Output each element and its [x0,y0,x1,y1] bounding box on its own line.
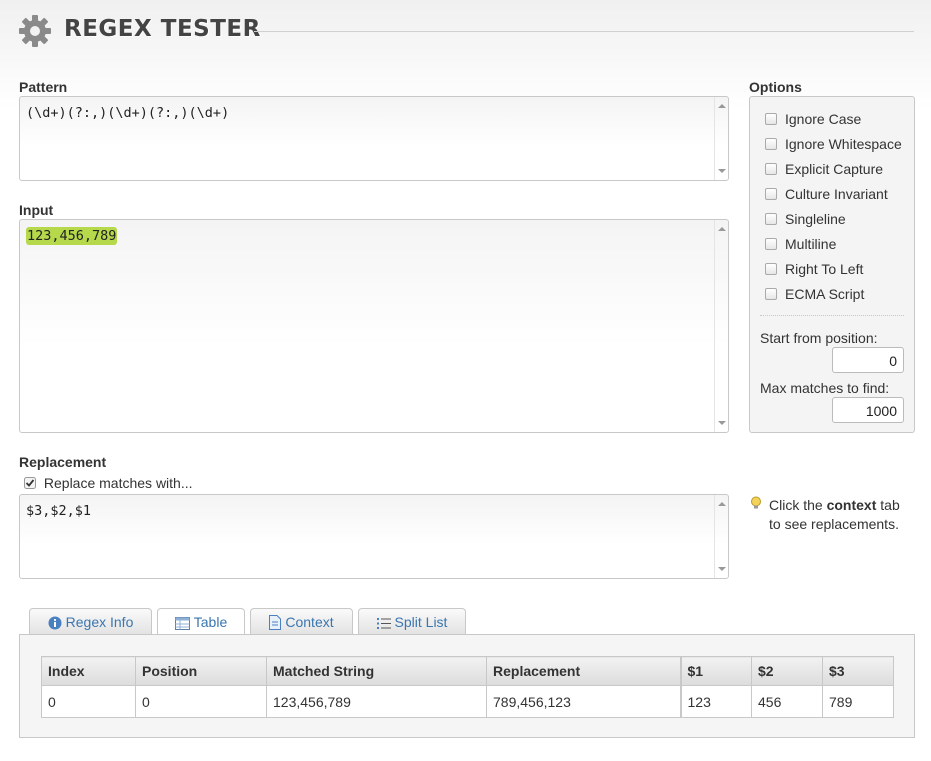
column-header-group-2[interactable]: $2 [751,656,823,686]
tab-label: Table [193,614,228,630]
tab-regex-info[interactable]: Regex Info [29,608,152,635]
hint-context-word: context [826,497,877,513]
replace-checkbox[interactable] [24,477,36,489]
hint-text: tab [876,497,900,513]
option-label: Right To Left [785,261,864,277]
replacement-value: $3,$2,$1 [26,503,92,519]
option-label: Culture Invariant [785,186,888,202]
cell-position: 0 [135,685,267,718]
replace-checkbox-label: Replace matches with... [43,475,193,491]
max-matches-label: Max matches to find: [760,380,890,396]
scroll-down-icon[interactable] [718,169,726,173]
input-textarea[interactable]: 123,456,789 [19,219,729,433]
table-header-row: Index Position Matched String Replacemen… [41,656,894,686]
option-checkbox[interactable] [765,113,777,125]
column-header-replacement[interactable]: Replacement [486,656,681,686]
pattern-scrollbar[interactable] [714,97,728,180]
option-right-to-left[interactable]: Right To Left [765,261,863,277]
option-checkbox[interactable] [765,138,777,150]
option-singleline[interactable]: Singleline [765,211,846,227]
option-multiline[interactable]: Multiline [765,236,836,252]
hint-text: Click the [769,497,827,513]
options-divider [760,315,904,316]
lightbulb-icon [751,496,761,509]
start-position-label: Start from position: [760,330,878,346]
input-label: Input [19,202,54,218]
results-panel: Index Position Matched String Replacemen… [19,634,915,738]
option-checkbox[interactable] [765,213,777,225]
option-label: Ignore Case [785,111,862,127]
document-icon [269,615,282,630]
option-ignore-whitespace[interactable]: Ignore Whitespace [765,136,902,152]
tab-label: Regex Info [65,614,134,630]
info-icon [48,616,62,630]
results-table: Index Position Matched String Replacemen… [41,656,894,718]
scroll-up-icon[interactable] [718,502,726,506]
start-position-input[interactable]: 0 [832,347,904,373]
table-icon [174,617,190,630]
input-scrollbar[interactable] [714,220,728,432]
option-ignore-case[interactable]: Ignore Case [765,111,861,127]
scroll-down-icon[interactable] [718,567,726,571]
gear-icon [19,15,51,47]
cell-replacement: 789,456,123 [486,685,681,718]
replace-checkbox-row[interactable]: Replace matches with... [24,475,193,491]
option-label: Ignore Whitespace [785,136,902,152]
pattern-label: Pattern [19,79,68,95]
title-divider [254,31,914,32]
list-icon [376,618,391,629]
option-ecma-script[interactable]: ECMA Script [765,286,864,302]
cell-group-2: 456 [751,685,823,718]
replacement-label: Replacement [19,454,107,470]
replacement-input[interactable]: $3,$2,$1 [19,494,729,579]
option-label: Multiline [785,236,837,252]
option-culture-invariant[interactable]: Culture Invariant [765,186,888,202]
context-hint: Click the context tab to see replacement… [769,496,900,534]
option-checkbox[interactable] [765,188,777,200]
column-header-index[interactable]: Index [41,656,136,686]
replacement-scrollbar[interactable] [714,495,728,578]
cell-matched-string: 123,456,789 [266,685,487,718]
max-matches-input[interactable]: 1000 [832,397,904,423]
option-checkbox[interactable] [765,288,777,300]
scroll-up-icon[interactable] [718,104,726,108]
cell-index: 0 [41,685,136,718]
option-label: ECMA Script [785,286,865,302]
column-header-group-1[interactable]: $1 [679,656,752,686]
tab-label: Context [285,614,334,630]
scroll-up-icon[interactable] [718,227,726,231]
pattern-value: (\d+)(?:,)(\d+)(?:,)(\d+) [26,105,230,121]
tab-label: Split List [394,614,448,630]
match-highlight: 123,456,789 [26,227,118,245]
options-panel: Ignore Case Ignore Whitespace Explicit C… [749,96,915,433]
scroll-down-icon[interactable] [718,421,726,425]
page-title: REGEX TESTER [64,16,261,42]
option-label: Explicit Capture [785,161,884,177]
cell-group-3: 789 [822,685,894,718]
tab-context[interactable]: Context [250,608,353,635]
hint-text-line2: to see replacements. [769,516,899,532]
option-explicit-capture[interactable]: Explicit Capture [765,161,883,177]
pattern-input[interactable]: (\d+)(?:,)(\d+)(?:,)(\d+) [19,96,729,181]
table-row[interactable]: 0 0 123,456,789 789,456,123 123 456 789 [41,685,894,718]
option-checkbox[interactable] [765,263,777,275]
tab-table[interactable]: Table [157,608,245,636]
column-header-matched-string[interactable]: Matched String [266,656,487,686]
options-label: Options [749,79,802,95]
column-header-group-3[interactable]: $3 [822,656,894,686]
option-checkbox[interactable] [765,163,777,175]
option-checkbox[interactable] [765,238,777,250]
column-header-position[interactable]: Position [135,656,267,686]
cell-group-1: 123 [679,685,752,718]
option-label: Singleline [785,211,846,227]
tab-split-list[interactable]: Split List [358,608,466,635]
